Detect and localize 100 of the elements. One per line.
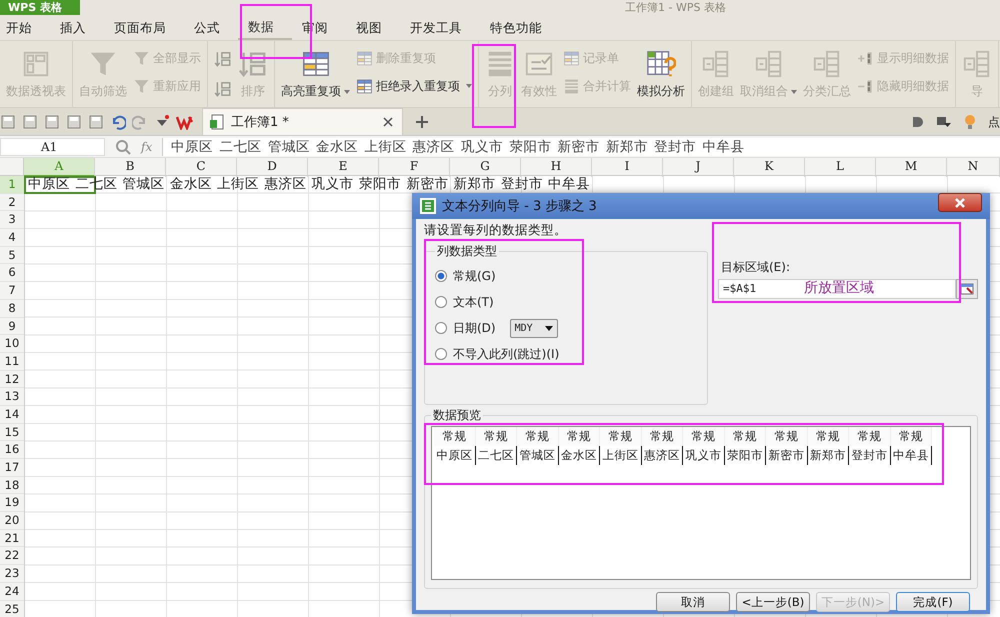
row-header[interactable]: 19 [0, 494, 24, 512]
app-menu-button[interactable]: WPS 表格 [0, 0, 80, 15]
dialog-button[interactable]: 完成(F) [896, 592, 970, 612]
column-header[interactable]: K [734, 158, 805, 177]
row-header[interactable]: 25 [0, 600, 24, 617]
row-header[interactable]: 22 [0, 547, 24, 566]
preview-cell: 惠济区 [642, 446, 683, 465]
row-header[interactable]: 7 [0, 282, 24, 300]
ribbon-button[interactable]: 高亮重复项 [281, 49, 350, 100]
column-header[interactable]: G [450, 158, 521, 177]
row-header[interactable]: 16 [0, 441, 24, 459]
ribbon-button[interactable]: 模拟分析 [637, 49, 685, 100]
row-header[interactable]: 6 [0, 264, 24, 282]
dialog-title: 文本分列向导 - 3 步骤之 3 [442, 198, 597, 215]
column-type-header[interactable]: 常规 [808, 427, 849, 446]
sort-icon [214, 80, 232, 98]
column-header[interactable]: E [308, 158, 379, 177]
row-header[interactable]: 3 [0, 211, 24, 230]
column-header[interactable]: H [521, 158, 592, 177]
row-header[interactable]: 24 [0, 582, 24, 600]
new-tab-icon[interactable] [415, 115, 429, 129]
column-type-header[interactable]: 常规 [766, 427, 808, 446]
group-label: 数据预览 [432, 407, 482, 424]
row-header[interactable]: 9 [0, 318, 24, 336]
column-header[interactable]: J [663, 158, 734, 177]
save-icon[interactable] [0, 114, 16, 130]
row-header[interactable]: 14 [0, 406, 24, 424]
menu-tab[interactable]: 页面布局 [104, 16, 184, 38]
printer-icon[interactable] [66, 114, 82, 130]
row-header[interactable]: 11 [0, 352, 24, 371]
row-header[interactable]: 12 [0, 370, 24, 388]
row-header[interactable]: 8 [0, 300, 24, 318]
column-type-header[interactable]: 常规 [476, 427, 517, 446]
tip-text[interactable]: 点 [988, 114, 1000, 130]
document-tab[interactable]: 工作簿1 * [202, 108, 403, 135]
close-icon[interactable] [382, 116, 394, 128]
row-header[interactable]: 17 [0, 459, 24, 477]
column-header[interactable]: C [166, 158, 237, 177]
column-type-header[interactable]: 常规 [849, 427, 890, 446]
column-header[interactable]: D [237, 158, 308, 177]
close-button[interactable] [938, 193, 982, 212]
preview-cell: 二七区 [476, 446, 517, 465]
document-icon[interactable] [44, 114, 60, 130]
column-type-header[interactable]: 常规 [600, 427, 642, 446]
row-header[interactable]: 2 [0, 194, 24, 212]
row-header[interactable]: 13 [0, 388, 24, 406]
window-title: 工作簿1 - WPS 表格 [625, 0, 726, 15]
radio-button[interactable] [435, 322, 447, 334]
radio-label[interactable]: 日期(D) [453, 320, 496, 336]
column-type-header[interactable]: 常规 [890, 427, 932, 446]
column-header[interactable]: I [592, 158, 663, 177]
row-header[interactable]: 18 [0, 476, 24, 494]
radio-label[interactable]: 不导入此列(跳过)(I) [453, 346, 560, 362]
ribbon-button[interactable]: 拒绝录入重复项 [356, 77, 472, 95]
radio-button[interactable] [435, 348, 447, 360]
name-box[interactable]: A1 [0, 138, 105, 156]
column-type-header[interactable]: 常规 [558, 427, 600, 446]
column-type-header[interactable]: 常规 [683, 427, 724, 446]
column-header[interactable]: L [805, 158, 876, 177]
undo-icon[interactable] [110, 114, 126, 130]
column-header[interactable]: M [876, 158, 947, 177]
row-header[interactable]: 4 [0, 229, 24, 247]
format-dropdown[interactable]: MDY [510, 318, 558, 338]
field-label: 目标区域(E): [720, 259, 791, 276]
column-header[interactable]: B [95, 158, 166, 177]
row-header[interactable]: 15 [0, 424, 24, 442]
column-type-header[interactable]: 常规 [642, 427, 683, 446]
menu-tab[interactable]: 开发工具 [400, 16, 480, 38]
lightbulb-icon[interactable] [964, 114, 976, 130]
preview-cell: 新密市 [766, 446, 808, 465]
radio-button[interactable] [435, 270, 447, 282]
row-header[interactable]: 5 [0, 246, 24, 264]
table-icon [356, 78, 373, 94]
menu-tab[interactable]: 插入 [50, 16, 104, 38]
document-icon[interactable] [88, 114, 104, 130]
column-header[interactable]: F [379, 158, 450, 177]
save-icon[interactable] [22, 114, 38, 130]
preview-cell: 中原区 [434, 446, 476, 465]
radio-label[interactable]: 文本(T) [453, 294, 494, 310]
row-header[interactable]: 20 [0, 512, 24, 530]
radio-button[interactable] [435, 296, 447, 308]
menu-tab[interactable]: 特色功能 [480, 16, 560, 38]
zoom-icon[interactable] [115, 138, 131, 154]
menu-tab[interactable]: 公式 [184, 16, 238, 38]
column-type-header[interactable]: 常规 [434, 427, 476, 446]
radio-label[interactable]: 常规(G) [453, 268, 496, 284]
dialog-button[interactable]: 取消 [656, 592, 730, 612]
menu-tab[interactable]: 视图 [346, 16, 400, 38]
dialog-button[interactable]: <上一步(B) [736, 592, 810, 612]
row-header[interactable]: 10 [0, 335, 24, 353]
column-header[interactable]: N [947, 158, 1000, 177]
column-type-header[interactable]: 常规 [517, 427, 558, 446]
menu-tab[interactable]: 开始 [0, 16, 50, 38]
row-header[interactable]: 21 [0, 530, 24, 548]
dropdown-icon[interactable] [936, 115, 952, 129]
row-header[interactable]: 23 [0, 565, 24, 583]
column-type-header[interactable]: 常规 [724, 427, 766, 446]
formula-field[interactable]: 中原区 二七区 管城区 金水区 上街区 惠济区 巩义市 荥阳市 新密市 新郑市 登封市 中牟县 [162, 138, 1000, 156]
wps-logo-icon[interactable] [176, 114, 196, 130]
range-picker-button[interactable] [956, 279, 978, 299]
